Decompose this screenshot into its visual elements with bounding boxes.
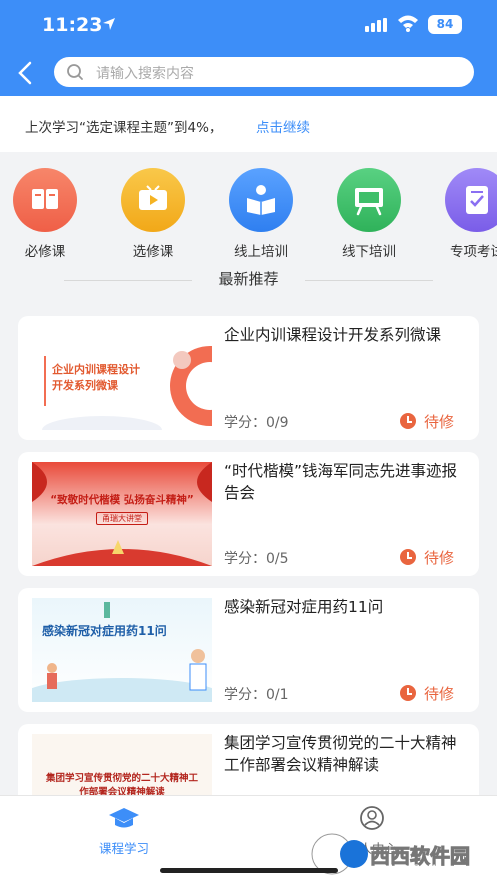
- course-title: 感染新冠对症用药11问: [224, 598, 384, 616]
- tab-course-study[interactable]: 课程学习: [64, 806, 184, 857]
- tab-label: 课程学习: [98, 841, 149, 856]
- resume-banner: 上次学习“选定课程主题”到4%， 点击继续: [0, 96, 497, 152]
- course-title: 企业内训课程设计开发系列微课: [224, 326, 442, 344]
- book-icon: [13, 168, 77, 232]
- thumbnail-caption: “致敬时代楷模 弘扬奋斗精神”: [50, 494, 194, 506]
- course-card[interactable]: 感染新冠对症用药11问 感染新冠对症用药11问 学分：0/1 待修: [18, 588, 479, 712]
- category-label: 线下培训: [342, 244, 396, 260]
- location-arrow-icon: [103, 18, 115, 30]
- reader-icon: [229, 168, 293, 232]
- category-label: 线上培训: [234, 244, 288, 260]
- course-thumbnail: 企业内训课程设计 开发系列微课: [32, 326, 212, 430]
- course-title: 集团学习宣传贯彻党的二十大精神工作部署会议精神解读: [224, 734, 457, 774]
- course-credit: 学分：0/9: [224, 415, 289, 431]
- category-online-training[interactable]: 线上培训: [221, 168, 301, 260]
- status-badge: 待修: [400, 547, 454, 568]
- course-card[interactable]: “致敬时代楷模 弘扬奋斗精神” 甬瑞大讲堂 “时代楷模”钱海军同志先进事迹报告会…: [18, 452, 479, 576]
- status-badge: 待修: [400, 683, 454, 704]
- status-time: 11:23: [42, 14, 103, 36]
- wifi-icon: [398, 15, 418, 32]
- status-bar: 11:23 84: [0, 0, 497, 46]
- thumbnail-caption: 感染新冠对症用药11问: [42, 624, 167, 638]
- back-chevron-icon[interactable]: [14, 60, 36, 86]
- battery-indicator: 84: [428, 15, 462, 34]
- status-badge: 待修: [400, 411, 454, 432]
- category-required[interactable]: 必修课: [5, 168, 85, 260]
- category-offline-training[interactable]: 线下培训: [329, 168, 409, 260]
- course-credit: 学分：0/5: [224, 551, 289, 567]
- search-input[interactable]: 请输入搜索内容: [54, 57, 474, 87]
- graduation-cap-icon: [109, 808, 139, 828]
- category-row: 必修课 选修课 线上培训 线下培训 专项考试 最新推荐: [0, 152, 497, 302]
- home-indicator: [160, 868, 338, 873]
- clock-icon: [400, 549, 416, 565]
- section-title: 最新推荐: [218, 270, 279, 288]
- thumbnail-subcaption: 甬瑞大讲堂: [96, 512, 148, 525]
- user-icon: [360, 806, 384, 830]
- category-label: 必修课: [24, 244, 66, 260]
- course-thumbnail: 感染新冠对症用药11问: [32, 598, 212, 702]
- blackboard-icon: [337, 168, 401, 232]
- section-divider-right: [305, 280, 433, 281]
- category-label: 选修课: [132, 244, 174, 260]
- category-special-exam[interactable]: 专项考试: [437, 168, 497, 260]
- category-label: 专项考试: [450, 244, 497, 260]
- search-placeholder: 请输入搜索内容: [96, 66, 194, 82]
- continue-link[interactable]: 点击继续: [256, 116, 310, 136]
- course-credit: 学分：0/1: [224, 687, 289, 703]
- video-icon: [121, 168, 185, 232]
- course-card[interactable]: 企业内训课程设计 开发系列微课 企业内训课程设计开发系列微课 学分：0/9 待修: [18, 316, 479, 440]
- category-elective[interactable]: 选修课: [113, 168, 193, 260]
- watermark-url: CR173.COM: [374, 864, 437, 874]
- header: 11:23 84 请输入搜索内容: [0, 0, 497, 96]
- clock-icon: [400, 685, 416, 701]
- search-icon: [67, 64, 83, 80]
- clock-icon: [400, 413, 416, 429]
- course-thumbnail: “致敬时代楷模 弘扬奋斗精神” 甬瑞大讲堂: [32, 462, 212, 566]
- course-title: “时代楷模”钱海军同志先进事迹报告会: [224, 462, 458, 502]
- exam-icon: [445, 168, 497, 232]
- resume-text: 上次学习“选定课程主题”到4%，: [25, 120, 223, 136]
- thumbnail-caption: 企业内训课程设计 开发系列微课: [52, 363, 140, 392]
